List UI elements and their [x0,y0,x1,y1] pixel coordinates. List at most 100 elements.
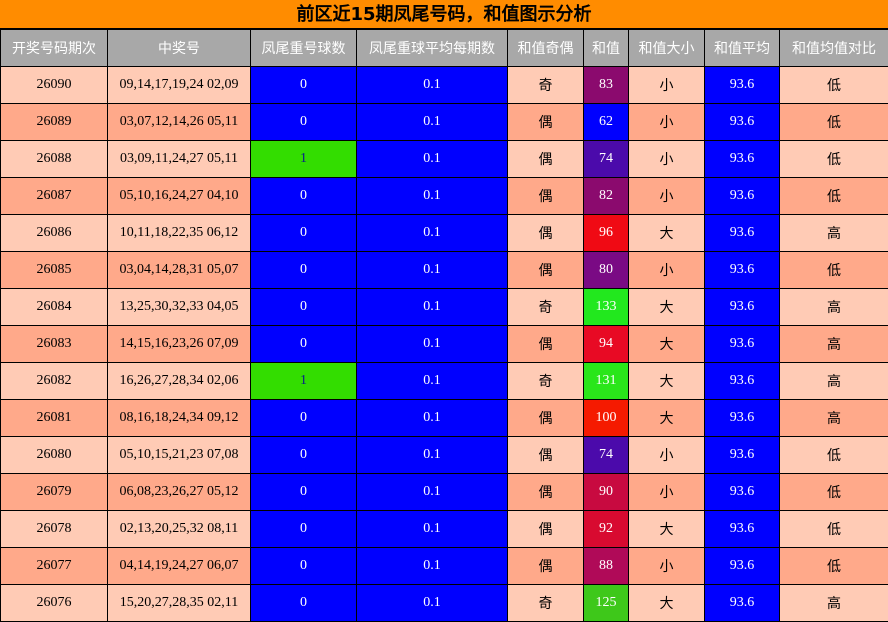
size-cell: 小 [628,140,705,178]
size-cell: 大 [628,510,705,548]
analysis-table: 开奖号码期次 中奖号 凤尾重号球数 凤尾重球平均每期数 和值奇偶 和值 和值大小… [0,29,888,622]
period-cell: 26076 [0,584,108,622]
header-compare: 和值均值对比 [779,29,888,67]
numbers-cell: 09,14,17,19,24 02,09 [107,66,251,104]
avg-repeat-cell: 0.1 [356,584,508,622]
compare-cell: 低 [779,177,888,215]
parity-cell: 奇 [507,288,584,326]
parity-cell: 偶 [507,251,584,289]
table-row: 26082 16,26,27,28,34 02,06 1 0.1 奇 131 大 93.6 高 [0,362,888,400]
sum-avg-cell: 93.6 [704,251,780,289]
table-row: 26086 10,11,18,22,35 06,12 0 0.1 偶 96 大 93.6 高 [0,214,888,252]
table-header-row: 开奖号码期次 中奖号 凤尾重号球数 凤尾重球平均每期数 和值奇偶 和值 和值大小… [0,29,888,67]
table-row: 26077 04,14,19,24,27 06,07 0 0.1 偶 88 小 93.6 低 [0,547,888,585]
numbers-cell: 16,26,27,28,34 02,06 [107,362,251,400]
sum-cell: 82 [583,177,629,215]
period-cell: 26083 [0,325,108,363]
header-repeat-count: 凤尾重号球数 [250,29,357,67]
repeat-count-cell: 0 [250,177,357,215]
period-cell: 26082 [0,362,108,400]
sum-avg-cell: 93.6 [704,399,780,437]
parity-cell: 奇 [507,362,584,400]
compare-cell: 高 [779,288,888,326]
sum-avg-cell: 93.6 [704,510,780,548]
compare-cell: 低 [779,66,888,104]
period-cell: 26084 [0,288,108,326]
numbers-cell: 03,04,14,28,31 05,07 [107,251,251,289]
sum-avg-cell: 93.6 [704,325,780,363]
compare-cell: 低 [779,510,888,548]
avg-repeat-cell: 0.1 [356,510,508,548]
numbers-cell: 03,07,12,14,26 05,11 [107,103,251,141]
numbers-cell: 02,13,20,25,32 08,11 [107,510,251,548]
sum-cell: 83 [583,66,629,104]
sum-cell: 92 [583,510,629,548]
repeat-count-cell: 0 [250,399,357,437]
compare-cell: 高 [779,399,888,437]
avg-repeat-cell: 0.1 [356,288,508,326]
header-sum: 和值 [583,29,629,67]
sum-cell: 80 [583,251,629,289]
table-row: 26085 03,04,14,28,31 05,07 0 0.1 偶 80 小 93.6 低 [0,251,888,289]
header-size: 和值大小 [628,29,705,67]
sum-cell: 94 [583,325,629,363]
size-cell: 小 [628,251,705,289]
numbers-cell: 15,20,27,28,35 02,11 [107,584,251,622]
repeat-count-cell: 0 [250,66,357,104]
avg-repeat-cell: 0.1 [356,251,508,289]
sum-cell: 96 [583,214,629,252]
parity-cell: 奇 [507,584,584,622]
period-cell: 26080 [0,436,108,474]
size-cell: 小 [628,436,705,474]
sum-cell: 62 [583,103,629,141]
sum-cell: 100 [583,399,629,437]
size-cell: 大 [628,288,705,326]
table-row: 26076 15,20,27,28,35 02,11 0 0.1 奇 125 大 93.6 高 [0,584,888,622]
sum-avg-cell: 93.6 [704,547,780,585]
period-cell: 26089 [0,103,108,141]
sum-avg-cell: 93.6 [704,473,780,511]
header-sum-avg: 和值平均 [704,29,780,67]
numbers-cell: 04,14,19,24,27 06,07 [107,547,251,585]
table-row: 26083 14,15,16,23,26 07,09 0 0.1 偶 94 大 93.6 高 [0,325,888,363]
avg-repeat-cell: 0.1 [356,325,508,363]
table-row: 26087 05,10,16,24,27 04,10 0 0.1 偶 82 小 93.6 低 [0,177,888,215]
sum-cell: 131 [583,362,629,400]
period-cell: 26086 [0,214,108,252]
period-cell: 26081 [0,399,108,437]
period-cell: 26079 [0,473,108,511]
compare-cell: 低 [779,473,888,511]
header-numbers: 中奖号 [107,29,251,67]
period-cell: 26088 [0,140,108,178]
repeat-count-cell: 0 [250,214,357,252]
parity-cell: 奇 [507,66,584,104]
table-row: 26089 03,07,12,14,26 05,11 0 0.1 偶 62 小 93.6 低 [0,103,888,141]
repeat-count-cell: 0 [250,510,357,548]
avg-repeat-cell: 0.1 [356,214,508,252]
numbers-cell: 06,08,23,26,27 05,12 [107,473,251,511]
header-avg-repeat: 凤尾重球平均每期数 [356,29,508,67]
sum-avg-cell: 93.6 [704,436,780,474]
compare-cell: 低 [779,103,888,141]
numbers-cell: 03,09,11,24,27 05,11 [107,140,251,178]
size-cell: 大 [628,399,705,437]
compare-cell: 高 [779,584,888,622]
numbers-cell: 13,25,30,32,33 04,05 [107,288,251,326]
avg-repeat-cell: 0.1 [356,66,508,104]
table-row: 26078 02,13,20,25,32 08,11 0 0.1 偶 92 大 93.6 低 [0,510,888,548]
sum-cell: 125 [583,584,629,622]
table-row: 26081 08,16,18,24,34 09,12 0 0.1 偶 100 大 93.6 高 [0,399,888,437]
avg-repeat-cell: 0.1 [356,547,508,585]
period-cell: 26085 [0,251,108,289]
parity-cell: 偶 [507,103,584,141]
sum-avg-cell: 93.6 [704,140,780,178]
sum-cell: 90 [583,473,629,511]
compare-cell: 高 [779,362,888,400]
size-cell: 小 [628,177,705,215]
analysis-page: 前区近15期凤尾号码，和值图示分析 开奖号码期次 中奖号 凤尾重号球数 凤尾重球… [0,0,888,622]
sum-cell: 133 [583,288,629,326]
avg-repeat-cell: 0.1 [356,473,508,511]
parity-cell: 偶 [507,547,584,585]
page-title: 前区近15期凤尾号码，和值图示分析 [0,0,888,29]
parity-cell: 偶 [507,510,584,548]
